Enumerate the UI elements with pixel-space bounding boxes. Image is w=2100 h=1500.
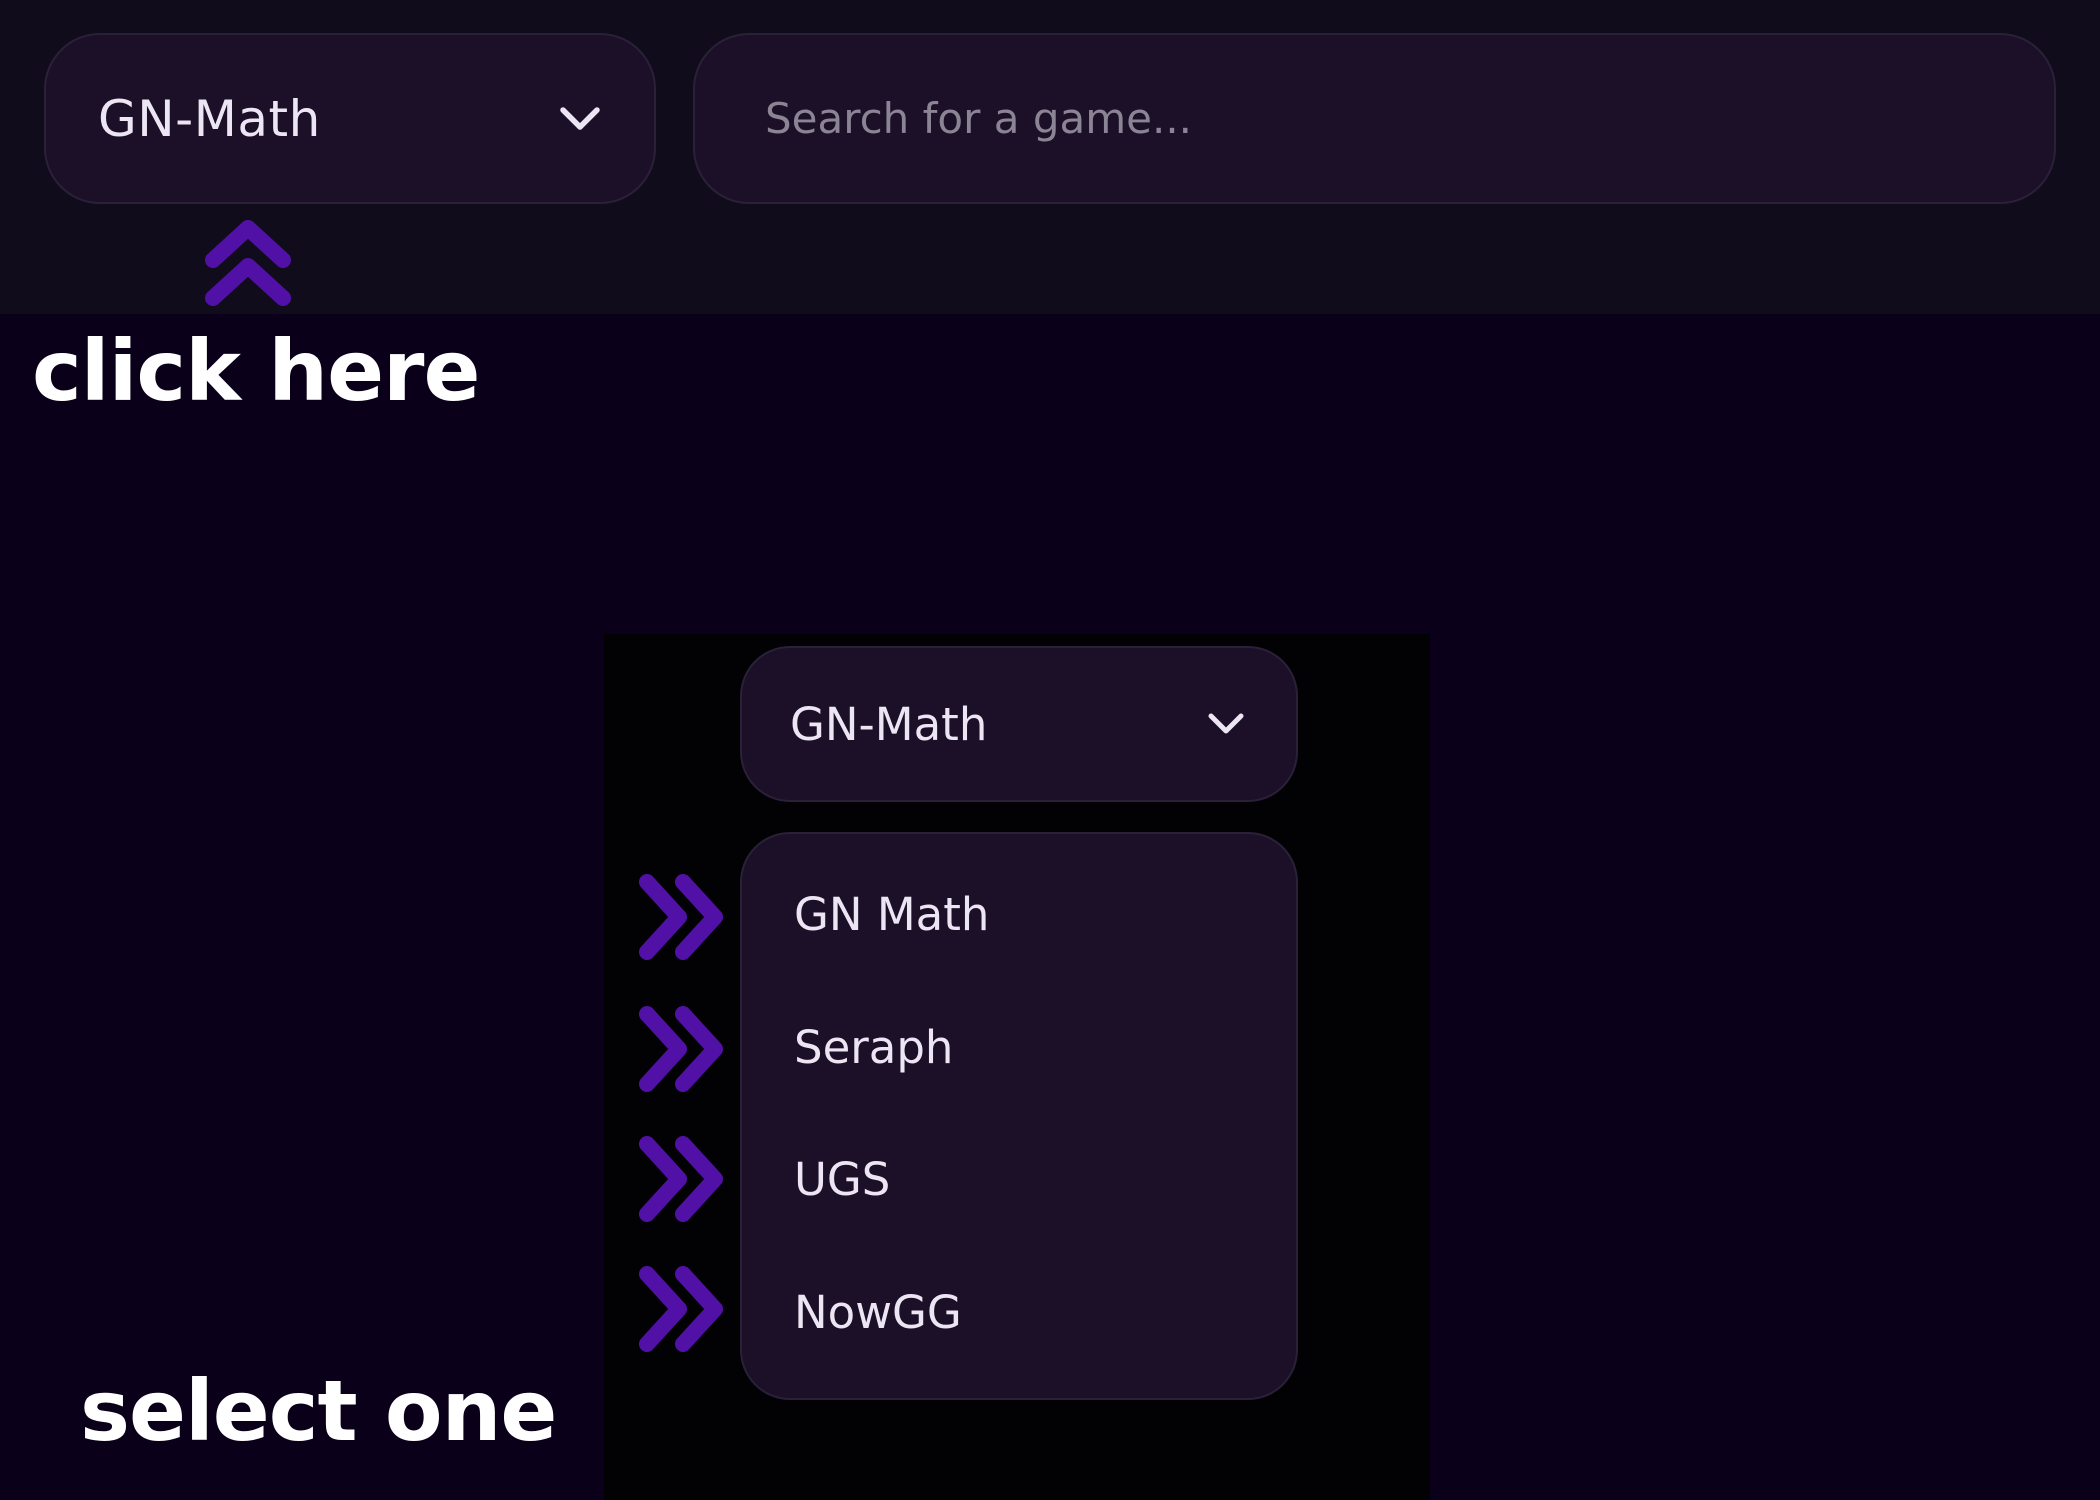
dropdown-demo-inset: GN-Math GN Math Seraph UGS NowGG [604,634,1430,1500]
source-select[interactable]: GN-Math [44,33,656,204]
double-chevron-right-icon [635,872,727,962]
double-chevron-right-icon [635,1134,727,1224]
chevron-down-icon [558,105,602,133]
source-dropdown-menu: GN Math Seraph UGS NowGG [740,832,1298,1400]
click-here-annotation: click here [32,322,480,420]
game-search-input[interactable] [763,93,1986,144]
source-select-value: GN-Math [790,697,988,751]
chevron-down-icon [1206,711,1246,737]
double-chevron-right-icon [635,1004,727,1094]
tutorial-page: GN-Math click here GN-Math [0,0,2100,1500]
dropdown-option-nowgg[interactable]: NowGG [794,1286,962,1339]
game-search-field[interactable] [693,33,2056,204]
source-select-open[interactable]: GN-Math [740,646,1298,802]
app-header: GN-Math [0,0,2100,314]
dropdown-option-gn-math[interactable]: GN Math [794,888,989,941]
dropdown-option-ugs[interactable]: UGS [794,1153,890,1206]
double-chevron-right-icon [635,1264,727,1354]
dropdown-option-seraph[interactable]: Seraph [794,1021,953,1074]
select-one-annotation: select one [80,1362,557,1460]
source-select-value: GN-Math [98,89,321,148]
double-chevron-up-icon [203,218,293,310]
